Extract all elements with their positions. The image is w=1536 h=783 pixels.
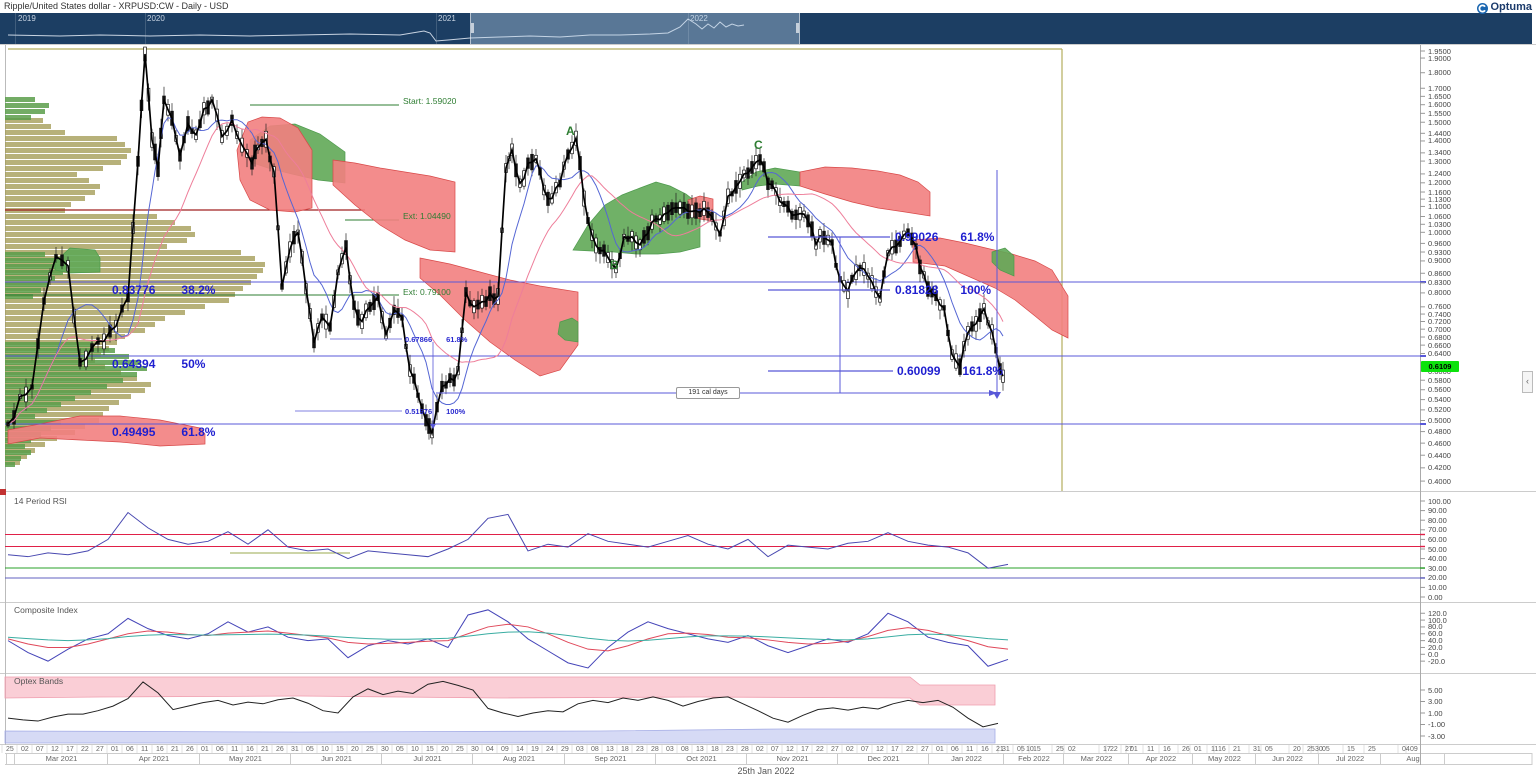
date-month-cell: Oct 2021 [655, 753, 747, 764]
optuma-logo-text: Optuma [1490, 0, 1532, 13]
optuma-logo-icon [1477, 1, 1489, 14]
date-month-cell: Jul 2021 [381, 753, 473, 764]
rsi-tick-label: 70.00 [1428, 525, 1447, 535]
price-tick-label: 1.1000 [1428, 201, 1451, 211]
date-month-cell: Jun 2021 [290, 753, 382, 764]
date-month-cell: Sep 2021 [564, 753, 656, 764]
date-month-cell: Aug [1380, 753, 1445, 764]
optex-tick-label: -3.00 [1428, 731, 1446, 741]
price-tick-label: 0.4200 [1428, 463, 1451, 473]
price-tick-label: 0.5400 [1428, 395, 1451, 405]
price-tick-label: 1.8000 [1428, 68, 1451, 78]
price-tick-label: 1.4000 [1428, 136, 1451, 146]
title-bar: Ripple/United States dollar - XRPUSD:CW … [0, 0, 1536, 13]
price-tick-label: 0.5000 [1428, 416, 1451, 425]
price-tick-label: 0.4600 [1428, 438, 1451, 448]
price-tick-label: 1.5500 [1428, 108, 1451, 118]
price-tick-label: 0.8000 [1428, 288, 1451, 298]
price-tick-label: 1.9000 [1428, 53, 1451, 63]
price-tick-label: 0.9000 [1428, 256, 1451, 266]
date-month-cell: May 2022 [1192, 753, 1256, 764]
optex-tick-label: 5.00 [1428, 685, 1443, 695]
date-month-cell: Jan 2022 [928, 753, 1004, 764]
date-month-cell: Jun 2022 [1255, 753, 1319, 764]
optuma-logo: Optuma [1477, 0, 1532, 14]
price-tick-label: 0.9600 [1428, 238, 1451, 248]
date-month-cell: Aug 2021 [472, 753, 565, 764]
composite-tick-label: -20.0 [1428, 656, 1446, 666]
price-tick-label: 1.5000 [1428, 117, 1451, 127]
nav-selection-range[interactable] [470, 13, 800, 44]
date-month-cell [1444, 753, 1533, 764]
date-month-cell: Nov 2021 [746, 753, 838, 764]
rsi-tick-label: 0.00 [1428, 592, 1443, 602]
rsi-panel-title: 14 Period RSI [14, 496, 67, 506]
timeline-overview-bar[interactable]: 2019 2020 2021 2022 [0, 13, 1532, 44]
rsi-tick-label: 40.00 [1428, 554, 1447, 564]
date-month-cell: Jul 2022 [1318, 753, 1381, 764]
date-month-cell: Mar 2022 [1063, 753, 1129, 764]
price-tick-label: 1.2400 [1428, 169, 1451, 179]
date-month-cell: Dec 2021 [837, 753, 929, 764]
rsi-tick-label: 100.00 [1428, 496, 1451, 506]
cal-days-label[interactable]: 191 cal days [676, 387, 740, 399]
chart-title: Ripple/United States dollar - XRPUSD:CW … [4, 1, 229, 11]
composite-panel-title: Composite Index [14, 605, 78, 615]
price-tick-label: 0.5600 [1428, 385, 1451, 395]
optex-tick-label: 3.00 [1428, 697, 1443, 706]
price-tick-label: 0.4000 [1428, 476, 1451, 486]
rsi-tick-label: 20.00 [1428, 573, 1447, 583]
nav-selection-left-handle[interactable] [471, 23, 474, 33]
pane-resize-handle[interactable] [0, 489, 6, 495]
price-tick-label: 0.8600 [1428, 268, 1451, 278]
rsi-tick-label: 60.00 [1428, 534, 1447, 544]
date-month-cell: Apr 2022 [1128, 753, 1193, 764]
date-month-cell: Mar 2021 [14, 753, 108, 764]
price-tick-label: 0.5800 [1428, 375, 1451, 385]
date-month-cell: May 2021 [199, 753, 291, 764]
price-tick-label: 1.6000 [1428, 100, 1451, 110]
last-price-badge: 0.6109 [1421, 360, 1459, 372]
rsi-tick-label: 10.00 [1428, 582, 1447, 592]
optex-tick-label: 1.00 [1428, 708, 1443, 718]
price-tick-label: 0.4800 [1428, 427, 1451, 437]
price-tick-label: 0.4400 [1428, 450, 1451, 460]
nav-selection-right-handle[interactable] [796, 23, 799, 33]
price-tick-label: 0.9300 [1428, 247, 1451, 257]
collapse-panel-button[interactable]: ‹ [1522, 371, 1533, 393]
price-tick-label: 1.3000 [1428, 156, 1451, 166]
date-month-cell: Apr 2021 [107, 753, 200, 764]
rsi-tick-label: 90.00 [1428, 506, 1447, 516]
price-tick-label: 1.0000 [1428, 227, 1451, 237]
date-month-cell: Feb 2022 [1003, 753, 1064, 764]
price-tick-label: 0.8300 [1428, 278, 1451, 288]
selected-date-label: 25th Jan 2022 [737, 766, 795, 776]
price-tick-label: 0.5200 [1428, 405, 1451, 415]
main-chart-area[interactable] [5, 45, 1420, 491]
rsi-tick-label: 30.00 [1428, 563, 1447, 573]
optex-tick-label: -1.00 [1428, 720, 1446, 729]
price-tick-label: 0.6400 [1428, 348, 1451, 358]
rsi-tick-label: 50.00 [1428, 544, 1447, 554]
optex-panel-title: Optex Bands [14, 676, 64, 686]
price-tick-label: 1.2000 [1428, 178, 1451, 188]
rsi-tick-label: 80.00 [1428, 515, 1447, 525]
